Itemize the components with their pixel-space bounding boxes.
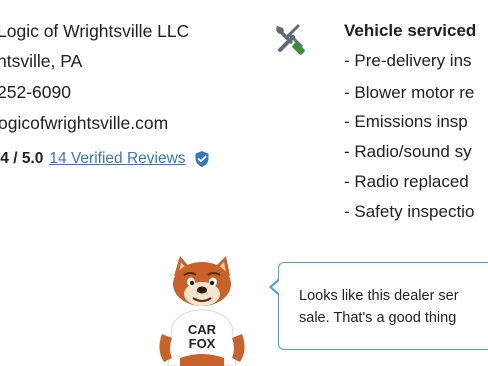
- shield-check-icon: [194, 150, 210, 168]
- service-item: - Emissions insp: [344, 112, 468, 131]
- speech-bubble-line2: sale. That's a good thing: [299, 310, 457, 326]
- mascot-shirt-line2: FOX: [189, 336, 216, 351]
- speech-bubble-tail-fill: [272, 280, 280, 294]
- dealer-info: Logic of Wrightsville LLC htsville, PA 2…: [0, 0, 270, 190]
- service-heading: Vehicle serviced: [344, 21, 477, 40]
- dealer-phone[interactable]: 252-6090: [0, 82, 71, 103]
- rating-score: .4 / 5.0: [0, 150, 44, 167]
- carfox-mascot: CAR FOX: [150, 254, 262, 366]
- service-item: - Safety inspectio: [344, 202, 475, 221]
- speech-bubble-text: Looks like this dealer ser sale. That's …: [299, 285, 488, 329]
- dealer-rating: .4 / 5.0 14 Verified Reviews: [0, 150, 210, 168]
- service-item: - Radio/sound sy: [344, 142, 472, 161]
- speech-bubble: Looks like this dealer ser sale. That's …: [278, 262, 488, 350]
- service-item: - Pre-delivery ins: [344, 51, 472, 70]
- service-item: - Blower motor re: [344, 83, 475, 102]
- dealer-website[interactable]: ogicofwrightsville.com: [0, 113, 168, 134]
- vehicle-service-history: Vehicle serviced - Pre-delivery ins - Bl…: [344, 0, 488, 240]
- wrench-screwdriver-icon: [274, 22, 308, 56]
- mascot-shirt-line1: CAR: [188, 322, 217, 337]
- dealer-location: htsville, PA: [0, 51, 83, 71]
- dealer-name: Logic of Wrightsville LLC: [0, 21, 190, 41]
- service-item: - Radio replaced: [344, 172, 469, 191]
- speech-bubble-line1: Looks like this dealer ser: [299, 288, 459, 304]
- verified-reviews-link[interactable]: 14 Verified Reviews: [49, 150, 185, 168]
